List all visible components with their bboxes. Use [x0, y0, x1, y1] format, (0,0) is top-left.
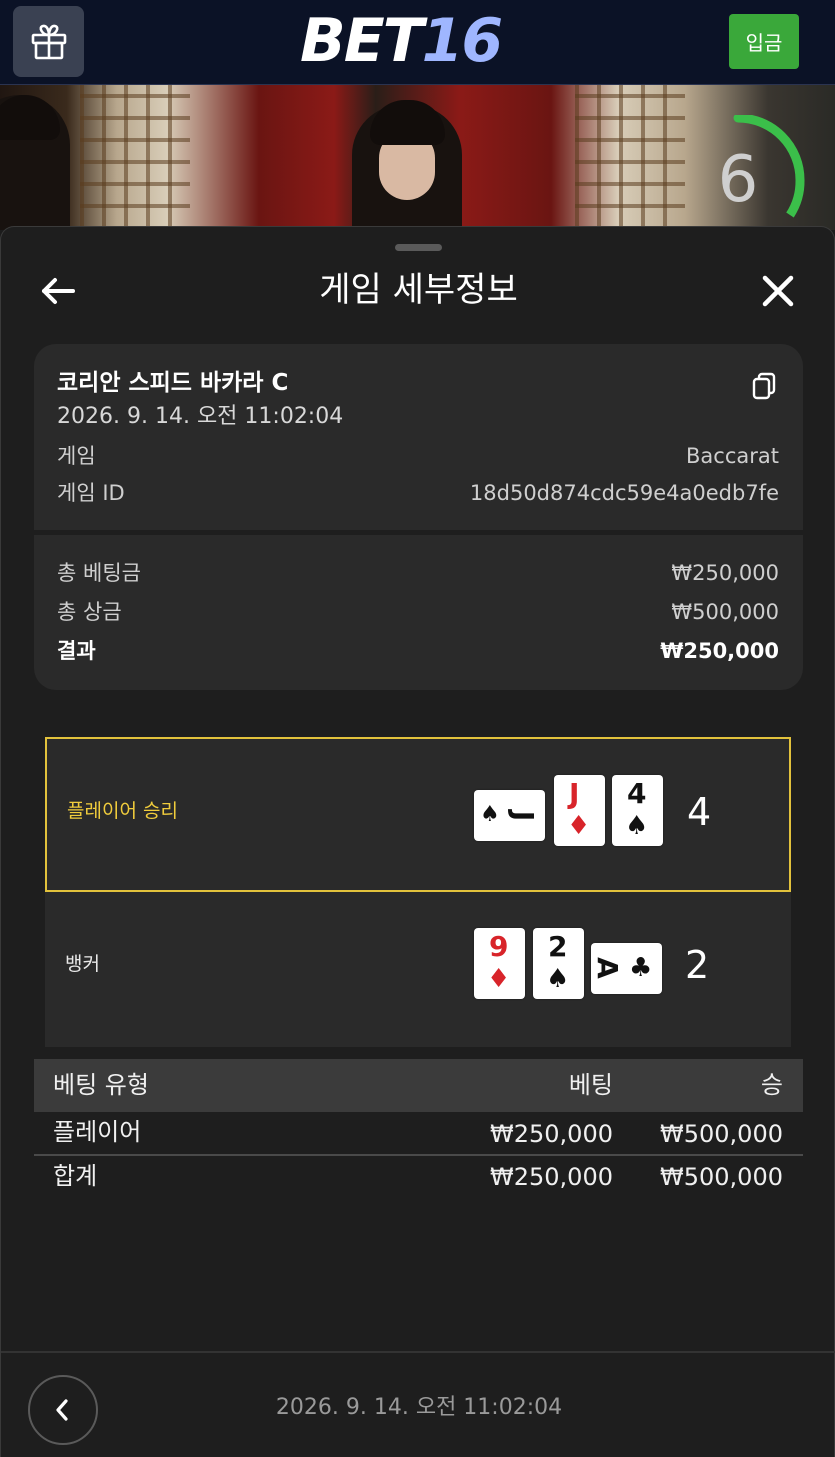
header-win: 승 — [760, 1071, 783, 1099]
footer-divider — [1, 1351, 835, 1353]
player-hand-row: 플레이어 승리 ♠ J J ♦ 4 ♠ 4 — [45, 737, 791, 892]
copy-icon[interactable] — [750, 371, 778, 401]
game-type-label: 게임 — [57, 444, 96, 468]
previous-button[interactable] — [28, 1375, 98, 1445]
card-player-2: J ♦ — [554, 775, 605, 846]
player-win-label: 플레이어 승리 — [67, 800, 178, 822]
result-label: 결과 — [57, 639, 96, 663]
game-type-value: Baccarat — [686, 444, 779, 468]
banker-hand-row: 뱅커 9 ♦ 2 ♠ A ♣ 2 — [45, 892, 791, 1047]
game-meta-section: 코리안 스피드 바카라 C 2026. 9. 14. 오전 11:02:04 게… — [34, 344, 803, 530]
background-person — [0, 95, 70, 230]
section-divider — [34, 530, 803, 535]
player-score: 4 — [687, 790, 712, 834]
close-icon[interactable] — [758, 271, 798, 311]
countdown-number: 6 — [717, 143, 759, 217]
game-name: 코리안 스피드 바카라 C — [57, 370, 289, 396]
total-prize-label: 총 상금 — [57, 600, 122, 624]
result-value: ₩250,000 — [660, 639, 779, 663]
card-player-1: ♠ J — [474, 790, 545, 841]
gift-icon — [31, 24, 66, 59]
game-details-sheet: 게임 세부정보 코리안 스피드 바카라 C 2026. 9. 14. 오전 11… — [0, 226, 835, 1457]
total-bet-value: ₩250,000 — [671, 561, 779, 585]
decor-lattice-right — [575, 85, 685, 230]
drag-handle[interactable] — [395, 244, 442, 251]
decor-lattice-left — [80, 85, 190, 230]
total-win-cell: ₩500,000 — [660, 1163, 783, 1191]
card-banker-1: 9 ♦ — [474, 928, 525, 999]
game-info-card: 코리안 스피드 바카라 C 2026. 9. 14. 오전 11:02:04 게… — [34, 344, 803, 690]
gift-button[interactable] — [13, 6, 84, 77]
card-player-3: 4 ♠ — [612, 775, 663, 846]
footer-datetime: 2026. 9. 14. 오전 11:02:04 — [275, 1395, 563, 1420]
bet-type-cell: 플레이어 — [53, 1118, 142, 1146]
card-banker-2: 2 ♠ — [533, 928, 584, 999]
total-bet-cell: ₩250,000 — [490, 1163, 613, 1191]
card-banker-3: A ♣ — [591, 943, 662, 994]
bet-amount-cell: ₩250,000 — [490, 1120, 613, 1148]
total-bet-label: 총 베팅금 — [57, 561, 141, 585]
total-prize-value: ₩500,000 — [671, 600, 779, 624]
win-amount-cell: ₩500,000 — [660, 1120, 783, 1148]
deposit-button[interactable]: 입금 — [729, 14, 799, 69]
chevron-left-icon — [56, 1399, 68, 1421]
top-bar: BET16 입금 — [0, 0, 835, 85]
total-type-cell: 합계 — [53, 1162, 98, 1190]
bet-table-header: 베팅 유형 베팅 승 — [34, 1059, 803, 1112]
header-bet: 베팅 — [568, 1071, 613, 1099]
dealer — [352, 100, 462, 230]
game-datetime: 2026. 9. 14. 오전 11:02:04 — [57, 404, 344, 429]
table-divider — [34, 1154, 803, 1156]
brand-logo[interactable]: BET16 — [300, 6, 540, 76]
header-bet-type: 베팅 유형 — [53, 1071, 149, 1099]
sheet-title: 게임 세부정보 — [319, 270, 518, 310]
game-id-label: 게임 ID — [57, 481, 125, 505]
banker-label: 뱅커 — [65, 953, 100, 975]
banker-score: 2 — [685, 943, 710, 987]
game-id-value[interactable]: 18d50d874cdc59e4a0edb7fe — [470, 478, 779, 508]
